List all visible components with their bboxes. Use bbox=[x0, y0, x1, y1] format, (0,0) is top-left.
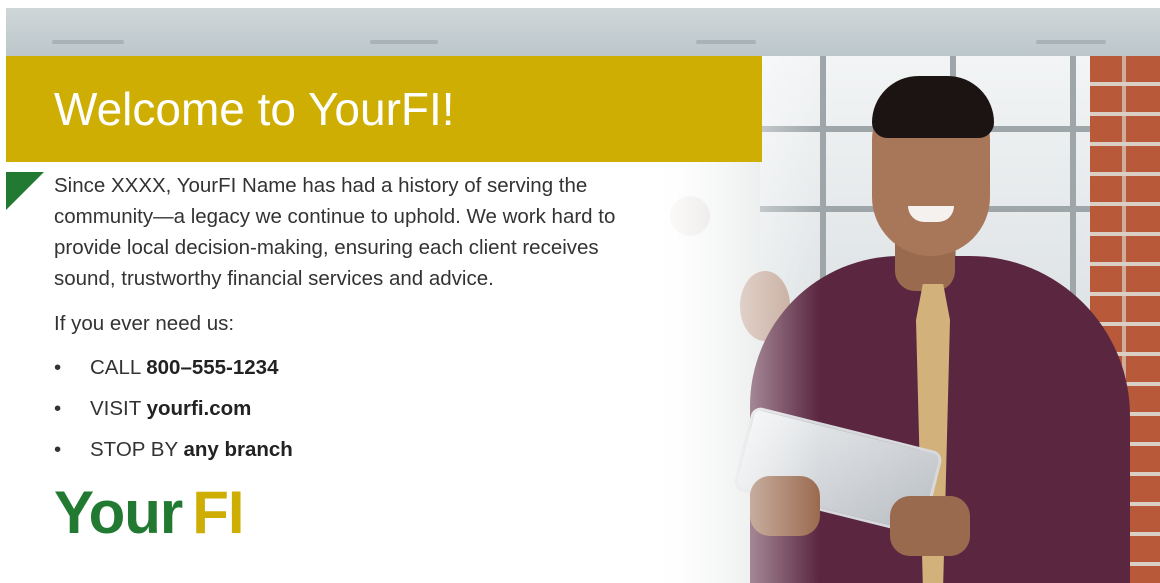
contact-label: CALL bbox=[90, 356, 141, 379]
contact-visit: • VISIT yourfi.com bbox=[54, 394, 293, 435]
bullet: • bbox=[54, 438, 62, 461]
accent-triangle bbox=[6, 172, 44, 210]
strip-mark bbox=[370, 40, 438, 44]
bullet: • bbox=[54, 397, 62, 420]
page-title: Welcome to YourFI! bbox=[54, 83, 455, 135]
logo-fi: FI bbox=[192, 479, 244, 546]
website-link[interactable]: yourfi.com bbox=[147, 397, 252, 420]
right-hand bbox=[890, 496, 970, 556]
contact-label: VISIT bbox=[90, 397, 141, 420]
man-hair bbox=[872, 76, 994, 138]
contact-list: • CALL 800–555-1234 • VISIT yourfi.com • ST… bbox=[54, 353, 293, 476]
title-banner: Welcome to YourFI! bbox=[6, 56, 762, 162]
contact-intro: If you ever need us: bbox=[54, 312, 235, 335]
bullet: • bbox=[54, 356, 62, 379]
intro-paragraph: Since XXXX, YourFI Name has had a histor… bbox=[54, 174, 616, 290]
strip-mark bbox=[696, 40, 756, 44]
branch-text: any branch bbox=[183, 438, 293, 461]
contact-call: • CALL 800–555-1234 bbox=[54, 353, 293, 394]
logo-your: Your bbox=[54, 479, 183, 546]
phone-number[interactable]: 800–555-1234 bbox=[146, 356, 278, 379]
top-photo-strip bbox=[6, 8, 1160, 56]
ad-frame: Welcome to YourFI! Since XXXX, YourFI Na… bbox=[0, 0, 1160, 583]
contact-label: STOP BY bbox=[90, 438, 178, 461]
strip-mark bbox=[52, 40, 124, 44]
strip-mark bbox=[1036, 40, 1106, 44]
contact-stop-by: • STOP BY any branch bbox=[54, 435, 293, 476]
window-mullion bbox=[1070, 56, 1076, 326]
yourfi-logo: Your FI bbox=[54, 478, 245, 548]
